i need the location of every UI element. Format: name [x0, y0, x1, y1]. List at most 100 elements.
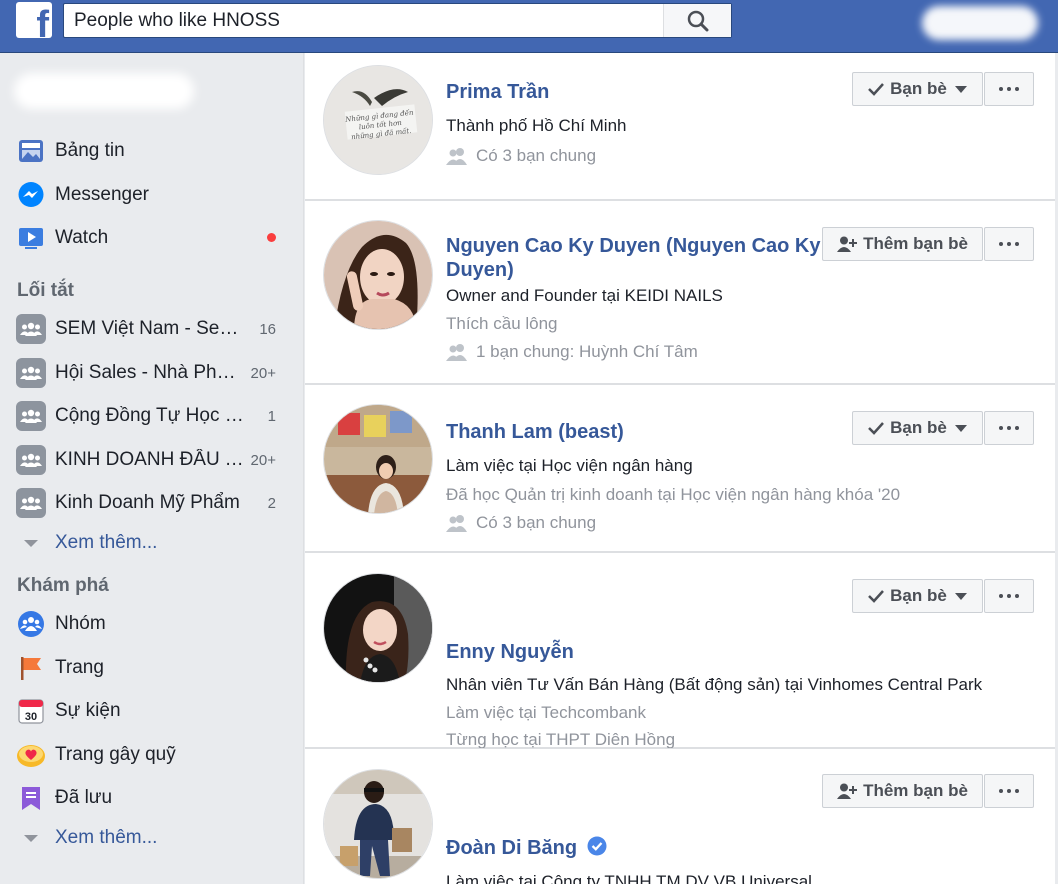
shortcut-item[interactable]: Hội Sales - Nhà Phân Phối 20+: [16, 357, 286, 389]
see-more-shortcuts-link[interactable]: Xem thêm...: [24, 532, 157, 554]
profile-name-link[interactable]: Enny Nguyễn: [446, 640, 574, 664]
checkmark-icon: [868, 422, 885, 435]
profile-avatar[interactable]: [323, 220, 433, 330]
group-icon: [16, 445, 46, 475]
profile-info-line: Làm việc tại Techcombank: [446, 703, 647, 722]
group-icon: [16, 314, 46, 344]
search-button[interactable]: [663, 4, 731, 37]
fundraiser-icon: [16, 740, 46, 770]
sidebar-item-news-feed[interactable]: Bảng tin: [16, 135, 286, 167]
search-results-list: Những gì đang đến luôn tốt hơn những gì …: [305, 53, 1055, 884]
chevron-down-icon: [24, 539, 38, 547]
profile-avatar[interactable]: [323, 573, 433, 683]
profile-name-link[interactable]: Đoàn Di Băng: [446, 836, 607, 860]
top-bar: f People who like HNOSS: [0, 0, 1058, 53]
profile-info-line: Làm việc tại Học viện ngân hàng: [446, 456, 693, 475]
see-more-explore-link[interactable]: Xem thêm...: [24, 827, 157, 849]
checkmark-icon: [868, 83, 885, 96]
shortcut-item[interactable]: SEM Việt Nam - Search Engine Marketing 1…: [16, 313, 286, 345]
sidebar-item-label: Messenger: [55, 184, 149, 205]
profile-name-link[interactable]: Nguyen Cao Ky Duyen (Nguyen Cao Ky Duyen…: [446, 234, 826, 282]
more-options-button[interactable]: [984, 579, 1034, 613]
profile-avatar[interactable]: Những gì đang đến luôn tốt hơn những gì …: [323, 65, 433, 175]
shortcut-item[interactable]: KINH DOANH ĐẦU TƯ 20+: [16, 444, 286, 476]
friends-status-label: Bạn bè: [890, 418, 947, 437]
add-friend-button[interactable]: Thêm bạn bè: [822, 227, 983, 261]
shortcut-label: KINH DOANH ĐẦU TƯ: [55, 449, 245, 470]
pages-flag-icon: [16, 653, 46, 683]
shortcut-item[interactable]: Kinh Doanh Mỹ Phẩm 2: [16, 487, 286, 519]
sidebar-item-pages[interactable]: Trang: [16, 652, 286, 684]
add-friend-icon: [837, 236, 858, 252]
profile-name-link[interactable]: Prima Trần: [446, 80, 549, 104]
caret-down-icon: [954, 592, 967, 600]
add-friend-label: Thêm bạn bè: [863, 234, 968, 253]
sidebar-item-label: Đã lưu: [55, 787, 113, 808]
profile-info-line: Owner and Founder tại KEIDI NAILS: [446, 286, 723, 305]
user-profile-link-blurred[interactable]: [14, 73, 194, 109]
search-icon: [687, 10, 708, 31]
shortcut-count: 16: [259, 320, 276, 338]
shortcut-count: 20+: [250, 451, 276, 469]
result-card: Enny Nguyễn Nhân viên Tư Vấn Bán Hàng (B…: [305, 552, 1055, 749]
sidebar-item-groups[interactable]: Nhóm: [16, 608, 286, 640]
sidebar-item-fundraisers[interactable]: Trang gây quỹ: [16, 739, 286, 771]
mutual-friends-text: Có 3 bạn chung: [476, 513, 597, 532]
profile-name-link[interactable]: Thanh Lam (beast): [446, 420, 624, 444]
result-card: Đoàn Di Băng Làm việc tại Công ty TNHH T…: [305, 748, 1055, 884]
add-friend-icon: [837, 783, 858, 799]
profile-avatar[interactable]: [323, 769, 433, 879]
friends-status-label: Bạn bè: [890, 586, 947, 605]
mutual-friends[interactable]: Có 3 bạn chung: [446, 146, 596, 166]
search-box[interactable]: People who like HNOSS: [63, 3, 732, 38]
profile-info-line: Làm việc tại Công ty TNHH TM DV VB Unive…: [446, 872, 812, 884]
mutual-friends-icon: [446, 344, 467, 361]
sidebar-item-watch[interactable]: Watch: [16, 222, 286, 254]
messenger-icon: [16, 180, 46, 210]
mutual-friends[interactable]: 1 bạn chung: Huỳnh Chí Tâm: [446, 342, 698, 362]
result-card: Những gì đang đến luôn tốt hơn những gì …: [305, 53, 1055, 200]
profile-avatar[interactable]: [323, 404, 433, 514]
more-dots-icon: [999, 242, 1019, 246]
sidebar-item-label: Watch: [55, 227, 109, 248]
more-options-button[interactable]: [984, 774, 1034, 808]
shortcut-count: 20+: [250, 364, 276, 382]
see-more-label: Xem thêm...: [55, 827, 158, 848]
events-calendar-icon: 30: [16, 696, 46, 726]
search-input[interactable]: People who like HNOSS: [74, 10, 280, 32]
sidebar-item-label: Nhóm: [55, 613, 106, 634]
shortcut-label: Hội Sales - Nhà Phân Phối: [55, 362, 245, 383]
profile-name-text: Đoàn Di Băng: [446, 837, 578, 859]
group-icon: [16, 401, 46, 431]
news-feed-icon: [16, 136, 46, 166]
see-more-label: Xem thêm...: [55, 532, 158, 553]
sidebar-item-label: Sự kiện: [55, 700, 121, 721]
more-options-button[interactable]: [984, 227, 1034, 261]
mutual-friends[interactable]: Có 3 bạn chung: [446, 513, 596, 533]
mutual-friends-text: 1 bạn chung: Huỳnh Chí Tâm: [476, 342, 698, 361]
add-friend-button[interactable]: Thêm bạn bè: [822, 774, 983, 808]
sidebar-item-events[interactable]: 30 Sự kiện: [16, 695, 286, 727]
facebook-logo-icon[interactable]: f: [16, 2, 52, 38]
shortcut-label: SEM Việt Nam - Search Engine Marketing: [55, 318, 245, 339]
more-options-button[interactable]: [984, 411, 1034, 445]
more-options-button[interactable]: [984, 72, 1034, 106]
mutual-friends-text: Có 3 bạn chung: [476, 146, 597, 165]
profile-name-blurred[interactable]: [922, 6, 1038, 40]
sidebar-item-saved[interactable]: Đã lưu: [16, 782, 286, 814]
shortcut-item[interactable]: Cộng Đồng Tự Học Marketing 1: [16, 400, 286, 432]
shortcut-label: Kinh Doanh Mỹ Phẩm: [55, 492, 240, 513]
friends-status-button[interactable]: Bạn bè: [852, 411, 983, 445]
group-icon: [16, 358, 46, 388]
shortcut-count: 2: [267, 494, 276, 512]
mutual-friends-icon: [446, 148, 467, 165]
profile-info-line: Thích cầu lông: [446, 314, 558, 333]
more-dots-icon: [999, 87, 1019, 91]
sidebar-item-messenger[interactable]: Messenger: [16, 179, 286, 211]
friends-status-button[interactable]: Bạn bè: [852, 72, 983, 106]
groups-icon: [16, 609, 46, 639]
notification-dot: [267, 233, 276, 242]
friends-status-label: Bạn bè: [890, 79, 947, 98]
shortcut-count: 1: [267, 407, 276, 425]
friends-status-button[interactable]: Bạn bè: [852, 579, 983, 613]
